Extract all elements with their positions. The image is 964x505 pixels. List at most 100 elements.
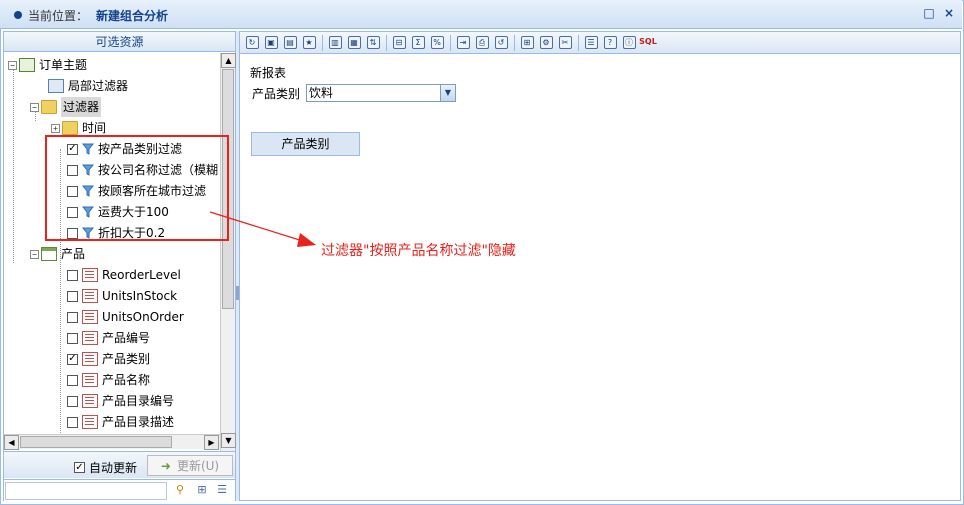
field-icon <box>82 310 98 324</box>
field-icon <box>82 415 98 429</box>
auto-update-toggle[interactable]: ✓ 自动更新 <box>74 459 137 476</box>
field-checkbox[interactable] <box>67 374 78 386</box>
maximize-icon[interactable]: □ <box>922 6 936 20</box>
tree-label-local-filter: 局部过滤器 <box>68 79 129 93</box>
tree-node-field[interactable]: UnitsOnOrder <box>67 307 184 327</box>
calc-icon[interactable]: % <box>428 34 446 52</box>
local-filter-icon <box>48 79 64 93</box>
tree-node-root[interactable]: − 订单主题 <box>8 55 87 75</box>
sql-icon[interactable]: SQL <box>639 34 657 52</box>
field-checkbox[interactable] <box>67 395 78 407</box>
tree-node-product-table[interactable]: − 产品 <box>30 244 85 264</box>
save-as-icon[interactable]: ▤ <box>281 34 299 52</box>
annotation-text: 过滤器"按照产品名称过滤"隐藏 <box>321 243 516 259</box>
scroll-up-icon[interactable]: ▲ <box>221 53 236 68</box>
sort-icon[interactable]: ⇅ <box>364 34 382 52</box>
tree-node-local-filter[interactable]: 局部过滤器 <box>48 76 128 96</box>
measure-icon[interactable]: ⚙ <box>537 34 555 52</box>
auto-update-checkbox[interactable]: ✓ <box>74 462 85 473</box>
favorite-icon[interactable]: ★ <box>300 34 318 52</box>
scroll-right-icon[interactable]: ▶ <box>204 435 219 450</box>
param-select[interactable]: 饮料 ▼ <box>306 84 456 102</box>
collapse-icon[interactable]: − <box>30 249 39 259</box>
report-title: 新报表 <box>250 66 287 80</box>
field-label: 产品目录编号 <box>102 394 175 408</box>
chevron-down-icon[interactable]: ▼ <box>440 85 455 101</box>
tree-node-field[interactable]: ✓ 产品类别 <box>67 349 150 369</box>
filter-icon[interactable]: ⊟ <box>390 34 408 52</box>
report-toolbar: ↻ ▣ ▤ ★ ▥ ▦ ⇅ ⊟ Σ% ⇥ ⎙ ↺ ⊞ ⚙ ✂ ☰? ⓘ SQL <box>240 32 960 54</box>
print-icon[interactable]: ⎙ <box>473 34 491 52</box>
export-icon[interactable]: ⇥ <box>454 34 472 52</box>
auto-update-label: 自动更新 <box>89 461 138 475</box>
field-checkbox[interactable] <box>67 416 78 428</box>
close-icon[interactable]: × <box>942 6 956 20</box>
toolbar-separator <box>578 34 579 51</box>
table-icon <box>41 247 57 261</box>
param-value: 饮料 <box>309 86 334 100</box>
location-bullet-icon <box>14 11 22 19</box>
field-checkbox[interactable] <box>67 269 78 281</box>
properties-icon[interactable]: ☰ <box>582 34 600 52</box>
list-view-icon[interactable]: ☰ <box>213 483 231 499</box>
field-icon <box>82 352 98 366</box>
tree-label-root: 订单主题 <box>39 58 88 72</box>
toolbar-separator <box>514 34 515 51</box>
resource-panel: 可选资源 − 订单主题 局部过滤器 − 过滤器 + 时间 ✓ 按产品类别过滤 按… <box>3 31 236 501</box>
param-icon[interactable]: ⊞ <box>518 34 536 52</box>
tree-view-icon[interactable]: ⊞ <box>193 483 211 499</box>
annotation-arrow-icon <box>209 211 316 247</box>
scroll-down-icon[interactable]: ▼ <box>221 433 236 448</box>
dimension-field[interactable]: 产品类别 <box>251 132 360 156</box>
expand-icon[interactable]: + <box>51 123 60 133</box>
field-checkbox[interactable] <box>67 311 78 323</box>
chart-icon[interactable]: ▥ <box>326 34 344 52</box>
help-icon[interactable]: ? <box>601 34 619 52</box>
collapse-icon[interactable]: − <box>8 60 17 70</box>
subject-icon <box>19 58 35 72</box>
field-icon <box>82 394 98 408</box>
update-bar: ✓ 自动更新 ➜ 更新(U) <box>4 451 235 478</box>
collapse-icon[interactable]: − <box>30 102 39 112</box>
resource-panel-header: 可选资源 <box>4 32 235 52</box>
field-icon <box>82 373 98 387</box>
search-input[interactable] <box>5 482 167 500</box>
toolbar-separator <box>322 34 323 51</box>
scroll-thumb[interactable] <box>20 436 172 448</box>
search-icon[interactable]: ⚲ <box>171 483 189 499</box>
field-checkbox[interactable] <box>67 332 78 344</box>
field-checkbox[interactable] <box>67 290 78 302</box>
tree-node-field[interactable]: 产品名称 <box>67 370 150 390</box>
tree-node-field[interactable]: UnitsInStock <box>67 286 177 306</box>
field-icon <box>82 268 98 282</box>
field-icon <box>82 289 98 303</box>
folder-icon <box>62 121 78 135</box>
tree-node-field[interactable]: 产品编号 <box>67 328 150 348</box>
field-checkbox[interactable]: ✓ <box>67 353 78 365</box>
scroll-left-icon[interactable]: ◀ <box>4 435 19 450</box>
reload-icon[interactable]: ↺ <box>492 34 510 52</box>
tree-label-product: 产品 <box>61 247 86 261</box>
report-panel: ↻ ▣ ▤ ★ ▥ ▦ ⇅ ⊟ Σ% ⇥ ⎙ ↺ ⊞ ⚙ ✂ ☰? ⓘ SQL 新报表 产品类别 饮料 ▼ 产品类… <box>239 31 961 501</box>
field-label: UnitsOnOrder <box>102 310 184 324</box>
field-label: UnitsInStock <box>102 289 178 303</box>
search-bar: ⚲ ⊞ ☰ <box>4 479 235 501</box>
layout-icon[interactable]: ▦ <box>345 34 363 52</box>
info-icon[interactable]: ⓘ <box>620 34 638 52</box>
refresh-icon[interactable]: ↻ <box>243 34 261 52</box>
location-label: 当前位置： <box>28 9 89 23</box>
tools-icon[interactable]: ✂ <box>556 34 574 52</box>
refresh-arrow-icon: ➜ <box>160 458 171 473</box>
tree-node-field[interactable]: 产品目录描述 <box>67 412 174 432</box>
save-icon[interactable]: ▣ <box>262 34 280 52</box>
tree-node-filters[interactable]: − 过滤器 <box>30 97 102 117</box>
field-label: ReorderLevel <box>102 268 181 282</box>
field-label: 产品编号 <box>102 331 151 345</box>
tree-horizontal-scrollbar[interactable]: ◀ ▶ <box>4 434 220 450</box>
refresh-label: 更新(U) <box>176 459 220 473</box>
param-label: 产品类别 <box>252 87 301 101</box>
sum-icon[interactable]: Σ <box>409 34 427 52</box>
refresh-button[interactable]: ➜ 更新(U) <box>147 455 233 476</box>
tree-node-field[interactable]: 产品目录编号 <box>67 391 174 411</box>
tree-node-field[interactable]: ReorderLevel <box>67 265 181 285</box>
